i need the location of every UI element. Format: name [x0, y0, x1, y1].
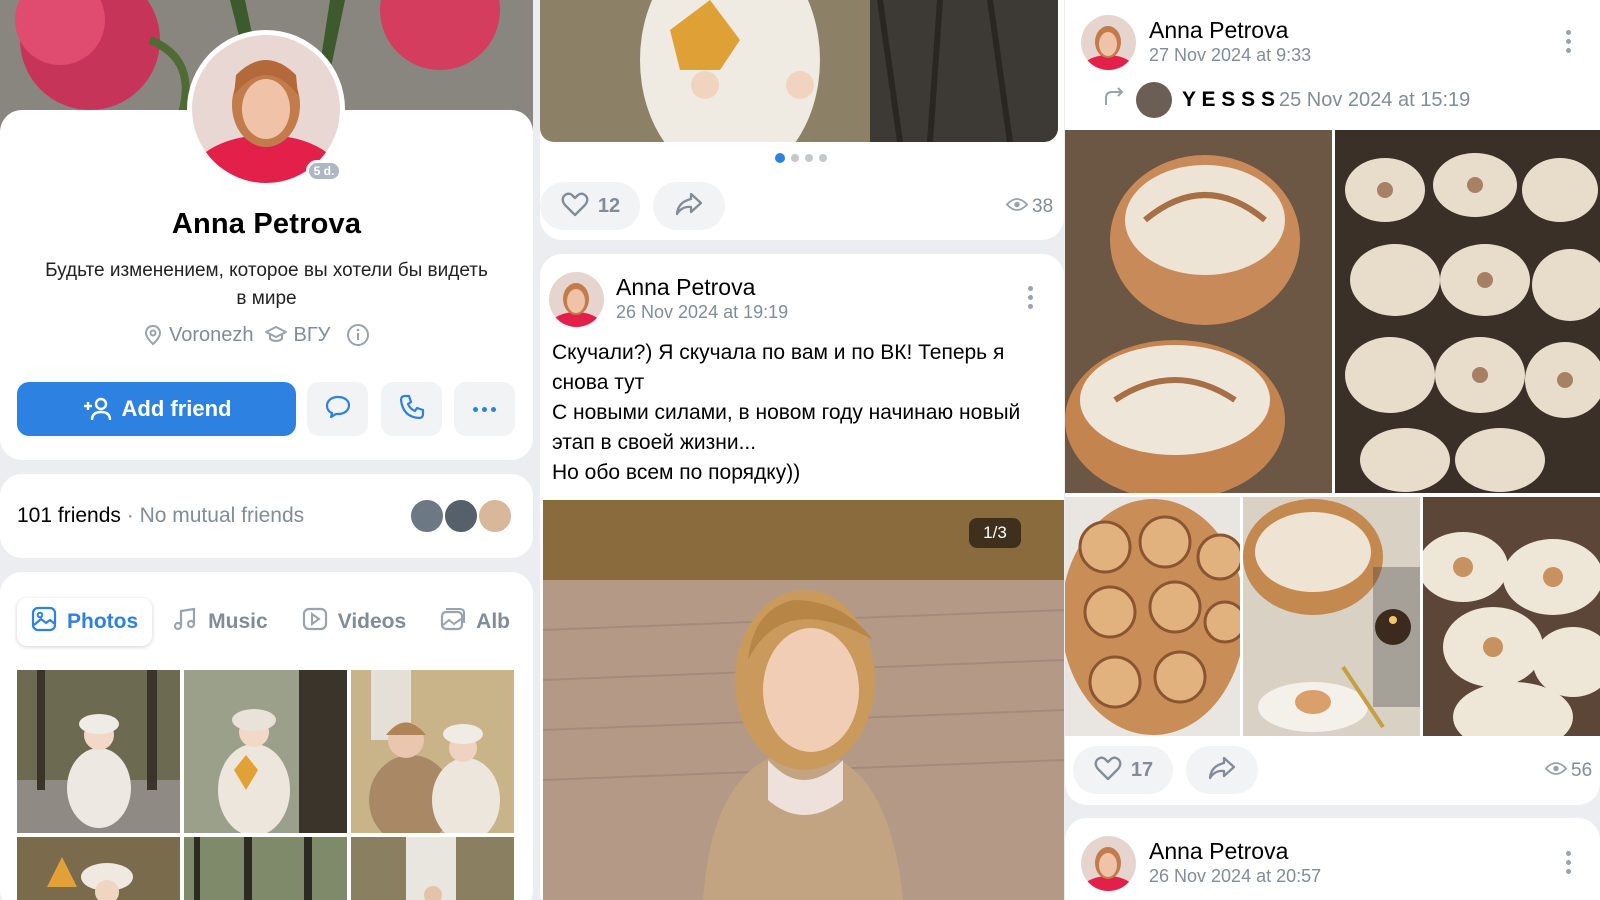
repost-author: Y E S S S [1182, 88, 1275, 111]
music-icon [172, 606, 198, 638]
video-icon [302, 606, 328, 638]
post-photo[interactable] [1335, 130, 1600, 493]
university-label: ВГУ [293, 323, 331, 346]
tab-photos-label: Photos [67, 610, 139, 633]
post-photo[interactable] [1243, 497, 1420, 736]
repost-date: 25 Nov 2024 at 15:19 [1279, 88, 1471, 111]
profile-column: 5 d. Anna Petrova Будьте изменением, кот… [0, 0, 533, 900]
views-counter: 38 [1005, 196, 1054, 218]
message-icon [324, 393, 352, 426]
city-label: Voronezh [169, 323, 254, 346]
share-button[interactable] [653, 182, 725, 230]
album-icon [440, 606, 466, 638]
profile-status: Будьте изменением, которое вы хотели бы … [45, 260, 488, 309]
post-date[interactable]: 26 Nov 2024 at 20:57 [1149, 866, 1321, 887]
profile-info-row: Voronezh ВГУ [143, 322, 370, 348]
post-author[interactable]: Anna Petrova [616, 274, 755, 301]
carousel-dots [775, 153, 827, 163]
carousel-dot-active[interactable] [775, 153, 785, 163]
photo-thumbnail[interactable] [17, 670, 180, 833]
friends-summary: 101 friends · No mutual friends [17, 504, 304, 528]
more-horizontal-icon [473, 406, 496, 412]
tab-photos[interactable]: Photos [17, 598, 153, 646]
author-avatar[interactable] [1081, 836, 1136, 891]
like-count: 12 [597, 194, 621, 217]
photo-thumbnail[interactable] [351, 670, 514, 833]
eye-icon [1544, 760, 1568, 782]
heart-icon [560, 190, 590, 223]
call-button[interactable] [381, 382, 442, 436]
like-button[interactable]: 17 [1073, 746, 1173, 794]
carousel-dot[interactable] [819, 154, 827, 162]
like-count: 17 [1130, 758, 1154, 781]
info-icon[interactable] [346, 323, 370, 347]
photo-thumbnail[interactable] [184, 837, 347, 900]
share-icon [1207, 754, 1237, 787]
message-button[interactable] [307, 382, 368, 436]
add-friend-button[interactable]: Add friend [17, 382, 296, 436]
eye-icon [1005, 196, 1029, 218]
friend-avatar [443, 498, 479, 534]
author-avatar[interactable] [1081, 15, 1136, 70]
post-photo[interactable] [1423, 497, 1600, 736]
photo-thumbnail[interactable] [184, 670, 347, 833]
post-photo[interactable] [1065, 497, 1240, 736]
like-button[interactable]: 12 [540, 182, 640, 230]
media-tabs: Photos Music Videos Alb [17, 597, 518, 647]
repost-row[interactable]: Y E S S S 25 Nov 2024 at 15:19 [1102, 80, 1470, 120]
separator-dot: · [126, 504, 140, 527]
friend-avatar [477, 498, 513, 534]
profile-name: Anna Petrova [171, 208, 362, 240]
photo-icon [31, 606, 57, 638]
tab-videos[interactable]: Videos [288, 598, 420, 646]
tab-albums-label: Alb [476, 610, 510, 633]
more-actions-button[interactable] [454, 382, 515, 436]
repost-arrow-icon [1102, 86, 1126, 114]
mutual-friends-label: No mutual friends [139, 504, 305, 527]
photo-counter: 1/3 [969, 518, 1021, 548]
friend-avatar [409, 498, 445, 534]
last-seen-badge: 5 d. [306, 160, 342, 182]
tab-videos-label: Videos [337, 610, 407, 633]
photo-thumbnail[interactable] [17, 837, 180, 900]
feed-column-right: Anna Petrova 27 Nov 2024 at 9:33 Y E S S… [1065, 0, 1600, 900]
author-avatar[interactable] [549, 272, 604, 327]
views-count: 38 [1032, 196, 1054, 217]
share-button[interactable] [1186, 746, 1258, 794]
views-counter: 56 [1544, 760, 1593, 782]
post-author[interactable]: Anna Petrova [1149, 838, 1288, 865]
post-author[interactable]: Anna Petrova [1149, 17, 1288, 44]
location-icon [143, 324, 163, 346]
carousel-dot[interactable] [805, 154, 813, 162]
heart-icon [1093, 754, 1123, 787]
friends-avatars [409, 498, 515, 534]
tab-albums[interactable]: Alb [426, 598, 518, 646]
photo-thumbnail[interactable] [351, 837, 514, 900]
phone-icon [398, 393, 426, 426]
post-date[interactable]: 26 Nov 2024 at 19:19 [616, 302, 788, 323]
share-icon [674, 190, 704, 223]
post-text: Скучали?) Я скучала по вам и по ВК! Тепе… [552, 341, 1021, 484]
post-menu-button[interactable] [1027, 286, 1033, 309]
post-photo[interactable] [543, 500, 1064, 900]
add-user-icon [82, 396, 112, 422]
repost-author-avatar [1136, 82, 1172, 118]
feed-column-middle: 12 38 Anna Petrova 26 Nov 2024 at 19:19 … [540, 0, 1064, 900]
carousel-dot[interactable] [791, 154, 799, 162]
post-card [1065, 818, 1600, 900]
tab-music[interactable]: Music [158, 598, 282, 646]
tab-music-label: Music [208, 610, 268, 633]
post-date[interactable]: 27 Nov 2024 at 9:33 [1149, 45, 1311, 66]
friends-count: 101 friends [17, 504, 121, 527]
education-icon [264, 324, 288, 346]
post-menu-button[interactable] [1565, 851, 1571, 874]
views-count: 56 [1571, 760, 1593, 781]
post-photo[interactable] [540, 0, 1058, 142]
add-friend-label: Add friend [121, 396, 232, 421]
post-photo[interactable] [1065, 130, 1332, 493]
post-menu-button[interactable] [1565, 30, 1571, 53]
